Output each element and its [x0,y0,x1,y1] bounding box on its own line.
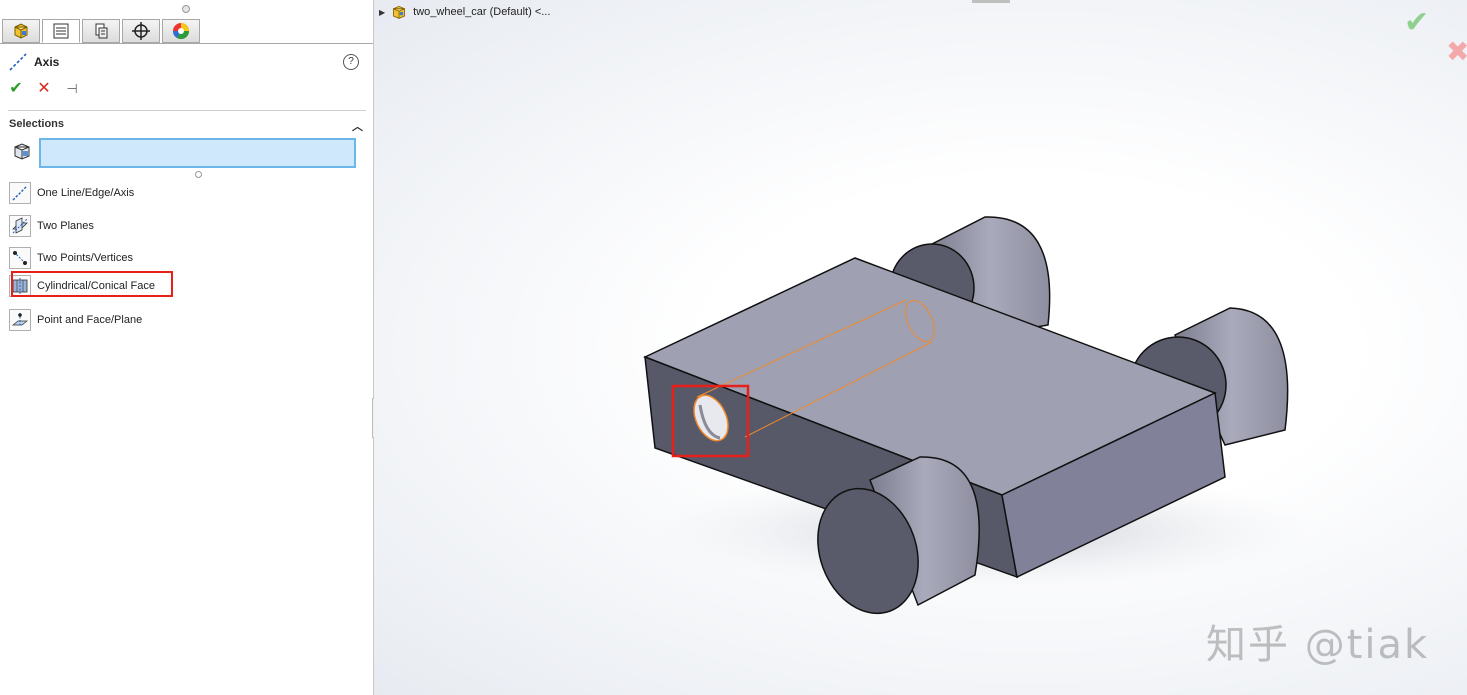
manager-tabs [2,19,202,44]
help-button[interactable]: ? [343,54,359,70]
highlight-annotation-box [11,271,173,297]
configuration-manager-icon [95,23,108,39]
option-one-line-edge-axis[interactable]: One Line/Edge/Axis [9,181,134,205]
point-face-icon [12,313,28,327]
two-points-icon [13,251,27,265]
option-two-points-vertices[interactable]: Two Points/Vertices [9,246,133,270]
car-model[interactable] [374,0,1467,695]
option-two-planes[interactable]: Two Planes [9,214,94,238]
cancel-button[interactable]: ✕ [35,80,53,98]
tab-divider [0,43,373,44]
option-point-and-face-plane[interactable]: Point and Face/Plane [9,308,142,332]
option-label: Point and Face/Plane [37,314,143,326]
axis-icon [9,53,27,71]
chevron-up-icon[interactable]: ︿ [352,118,363,134]
feature-title-label: Axis [34,55,60,69]
tab-dimxpert-manager[interactable] [122,19,160,43]
selections-group-header[interactable]: Selections ︿ [9,118,365,134]
graphics-viewport[interactable]: ▶ two_wheel_car (Default) <... ✔ ✖ 知乎 @t… [374,0,1467,695]
feature-manager-icon [14,23,28,39]
option-label: One Line/Edge/Axis [37,187,135,199]
ok-button[interactable]: ✔ [7,80,25,98]
selections-header-label: Selections [9,118,65,130]
separator [8,110,366,111]
line-edge-axis-icon [12,185,28,201]
pin-button[interactable]: ⊣ [63,80,81,98]
display-manager-icon [172,23,190,40]
watermark-text: 知乎 @tiak [1206,622,1430,668]
list-resize-handle[interactable] [195,171,202,178]
property-manager-icon [53,23,69,39]
property-manager-panel: Axis ? ✔ ✕ ⊣ Selections ︿ One Line/Edge/… [0,0,374,695]
panel-grip[interactable] [182,5,190,13]
tab-property-manager[interactable] [42,19,80,43]
option-label: Two Points/Vertices [37,252,133,264]
selection-list-box[interactable] [39,138,356,168]
confirm-buttons: ✔ ✕ ⊣ [7,80,81,98]
option-label: Two Planes [37,220,94,232]
tab-configuration-manager[interactable] [82,19,120,43]
feature-title: Axis [8,52,59,72]
tab-display-manager[interactable] [162,19,200,43]
two-planes-icon [12,217,28,234]
tab-feature-manager[interactable] [2,19,40,43]
dimxpert-manager-icon [132,22,150,40]
selection-entity-icon [14,143,30,160]
